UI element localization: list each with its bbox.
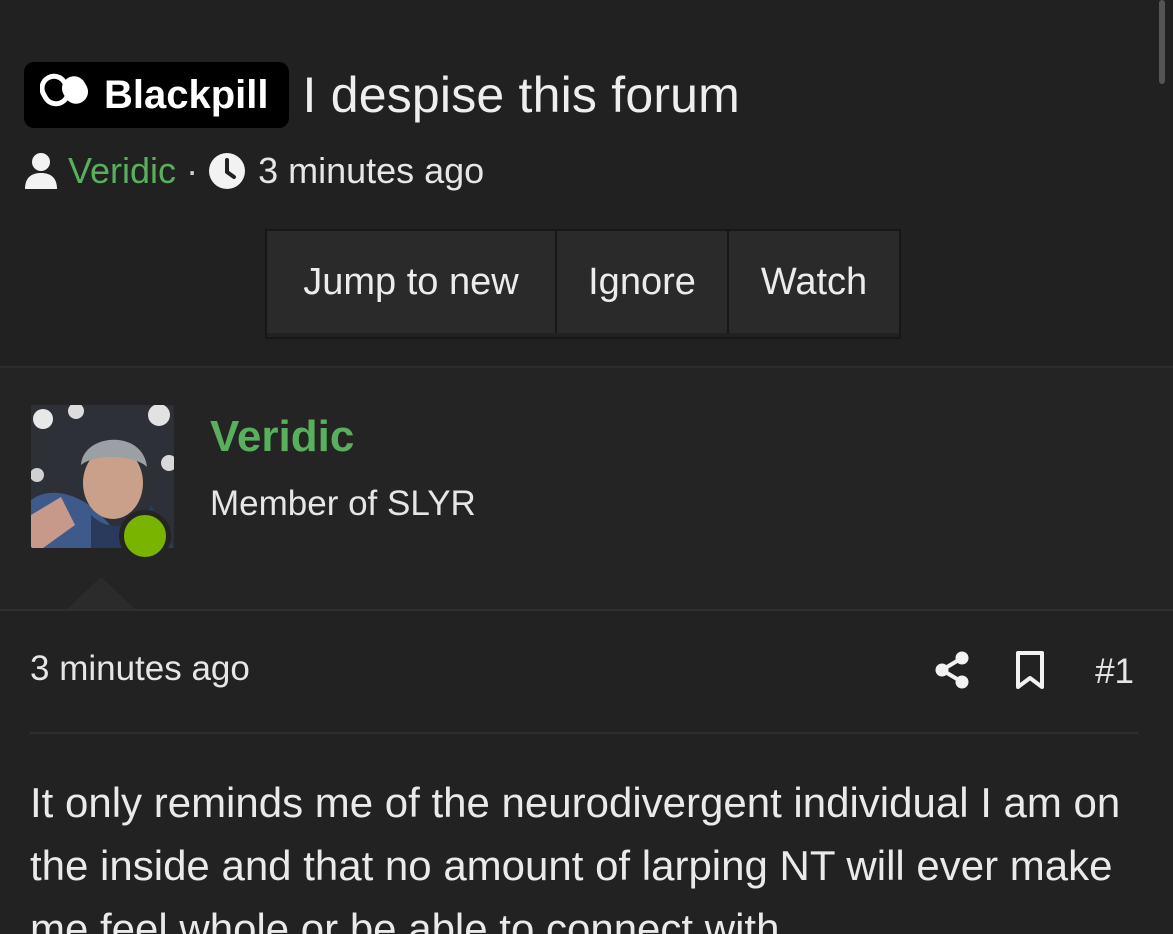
online-status-indicator (119, 510, 171, 562)
thread-author-link[interactable]: Veridic (68, 150, 176, 192)
post-actions: #1 (935, 649, 1134, 695)
pills-icon (39, 70, 104, 120)
post-message: It only reminds me of the neurodivergent… (30, 779, 1121, 934)
ignore-button[interactable]: Ignore (555, 231, 727, 333)
watch-button[interactable]: Watch (727, 231, 899, 333)
post-user-title: Member of SLYR (210, 484, 476, 523)
post-meta: 3 minutes ago #1 (30, 649, 1134, 695)
post-user-info: Veridic Member of SLYR (0, 368, 1173, 611)
thread-meta: Veridic · 3 minutes ago (24, 150, 484, 192)
scrollbar[interactable] (1159, 0, 1165, 84)
jump-to-new-button[interactable]: Jump to new (267, 231, 555, 333)
bookmark-icon[interactable] (1015, 650, 1095, 694)
thread-action-buttons: Jump to new Ignore Watch (265, 229, 901, 339)
thread-title-row: Blackpill I despise this forum (24, 62, 740, 128)
post-body: 3 minutes ago #1 It only reminds me of t… (0, 611, 1173, 934)
share-icon[interactable] (935, 651, 1015, 694)
post-username[interactable]: Veridic (210, 412, 354, 462)
avatar-wrap[interactable] (31, 405, 174, 562)
post-time[interactable]: 3 minutes ago (30, 649, 250, 689)
thread-page: Blackpill I despise this forum Veridic ·… (0, 0, 1173, 934)
prefix-label: Blackpill (104, 72, 269, 117)
post-number-link[interactable]: #1 (1095, 652, 1134, 692)
user-icon (24, 152, 58, 190)
meta-separator: · (186, 150, 199, 191)
thread-header: Blackpill I despise this forum Veridic ·… (0, 0, 1173, 368)
thread-time[interactable]: 3 minutes ago (258, 150, 484, 192)
prefix-badge[interactable]: Blackpill (24, 62, 289, 128)
post-divider (30, 732, 1138, 734)
clock-icon (208, 152, 246, 190)
thread-title: I despise this forum (302, 67, 741, 123)
user-arrow-pointer (67, 577, 135, 609)
